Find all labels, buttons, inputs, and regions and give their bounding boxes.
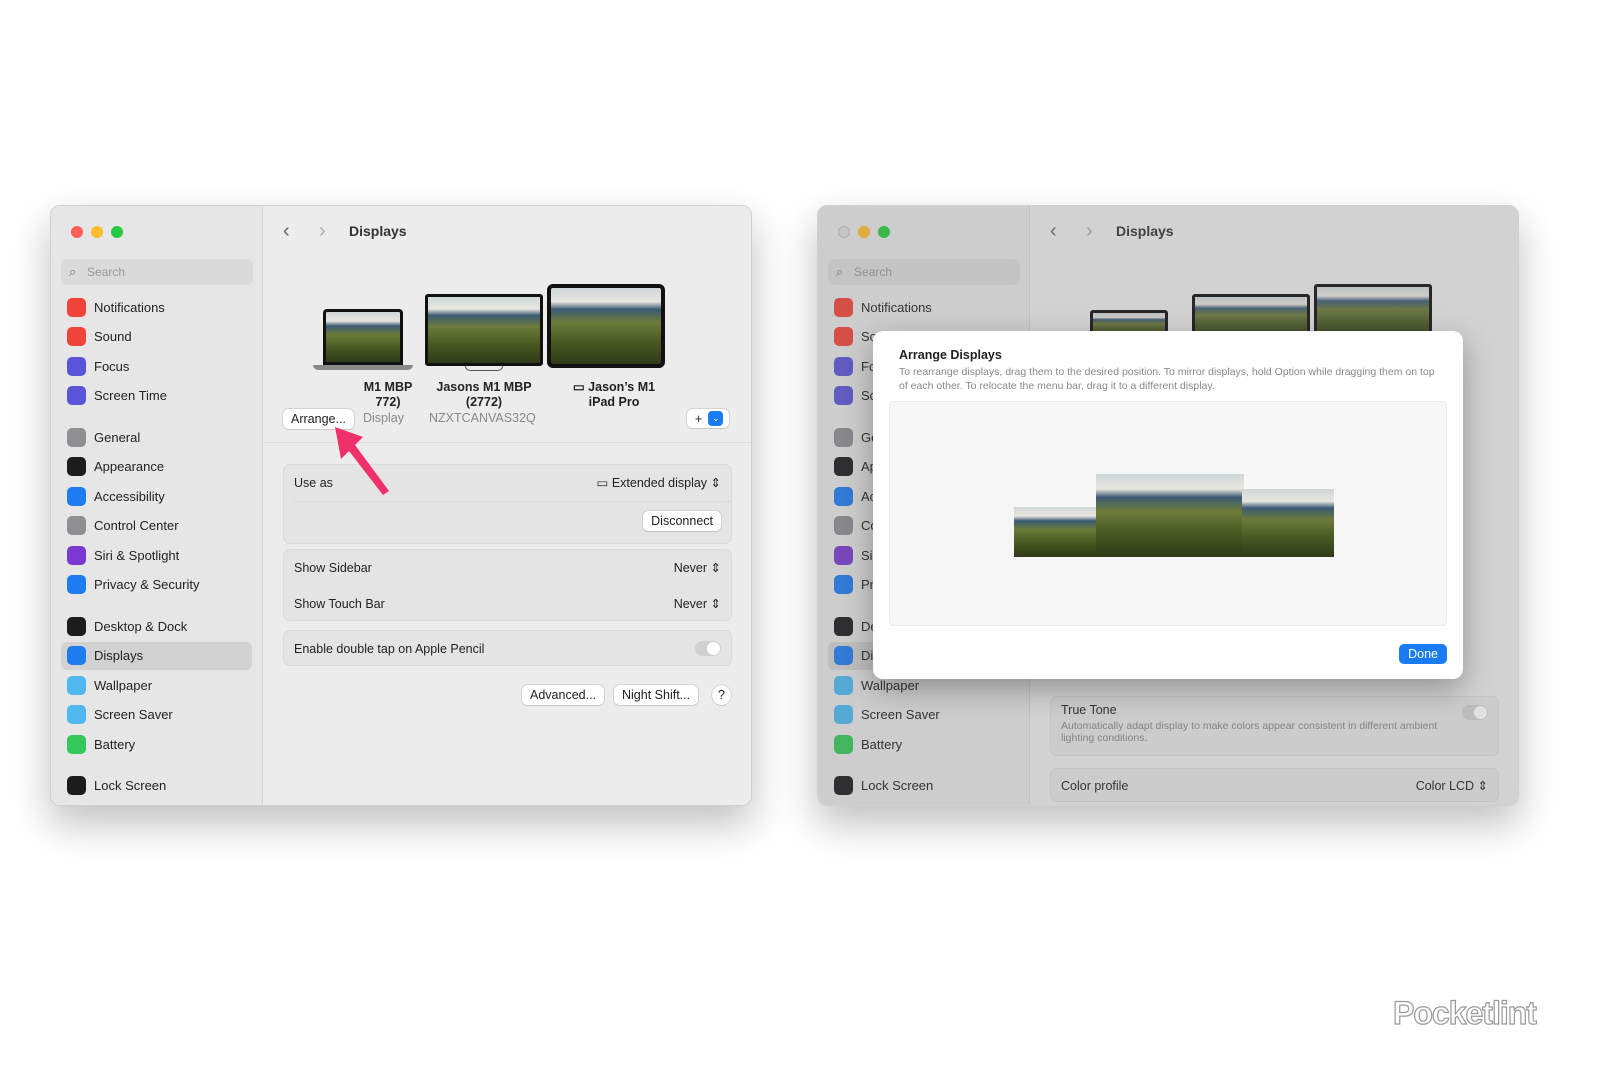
- night-shift-button[interactable]: Night Shift...: [614, 685, 699, 705]
- show-touchbar-select[interactable]: Never ⇕: [674, 596, 721, 611]
- sidebar-item-notifications[interactable]: Notifications: [61, 293, 252, 321]
- traffic-lights: [71, 226, 123, 238]
- arrange-display-ipad[interactable]: [1242, 489, 1334, 557]
- display-sub-mbp: Display: [363, 411, 404, 425]
- sidebar-item-label: Screen Saver: [94, 707, 173, 722]
- sidebar-item-label: Battery: [94, 736, 136, 752]
- sidebar-item-focus[interactable]: Focus: [61, 352, 252, 380]
- sidebar-item-label: Control Center: [94, 518, 179, 533]
- screensaver-icon: [67, 705, 86, 724]
- sidebar-item-displays[interactable]: Displays: [61, 641, 252, 670]
- sidebar-item-label: Siri & Spotlight: [94, 547, 180, 563]
- fingerprint-icon: [834, 806, 853, 807]
- display-name-mbp: M1 MBP 772): [363, 380, 413, 409]
- sidebar-item-label: General: [94, 429, 141, 445]
- pointer-arrow-annotation: [335, 427, 389, 495]
- settings-window-left: ⌕ Search Notifications Sound Focus Screen Ti…: [50, 205, 752, 806]
- sidebar-item-privacy-security[interactable]: Privacy & Security: [61, 571, 252, 599]
- minimize-button[interactable]: [91, 226, 103, 238]
- sidebar-item-wallpaper[interactable]: Wallpaper: [61, 671, 252, 699]
- battery-icon: [67, 734, 86, 754]
- display-name-ipad: ▭ Jason’s M1 iPad Pro: [572, 380, 656, 409]
- sidebar-item-label: Desktop & Dock: [94, 618, 188, 634]
- siri-icon: [67, 545, 86, 565]
- sidebar-item-appearance[interactable]: Appearance: [61, 453, 252, 481]
- sidebar-item-general[interactable]: General: [61, 423, 252, 451]
- appearance-icon: [67, 457, 86, 476]
- chevron-down-icon: ⌄: [708, 411, 724, 426]
- lock-icon: [67, 776, 86, 795]
- hourglass-icon: [67, 386, 86, 405]
- disconnect-button[interactable]: Disconnect: [643, 511, 721, 531]
- display-thumb-mbp[interactable]: [323, 309, 403, 365]
- display-thumb-nzxt[interactable]: [425, 294, 543, 366]
- monitor-stand: [465, 366, 503, 371]
- arrange-display-nzxt[interactable]: [1096, 474, 1244, 557]
- help-button[interactable]: ?: [712, 685, 731, 705]
- sidebar-item-label: Appearance: [94, 459, 165, 474]
- dock-icon: [67, 616, 86, 636]
- arrange-displays-dialog: Arrange Displays To rearrange displays, …: [873, 331, 1463, 679]
- display-icon: ▭: [596, 476, 612, 490]
- display-name-nzxt: Jasons M1 MBP (2772): [436, 380, 532, 409]
- hand-icon: [67, 575, 86, 594]
- moon-icon: [67, 356, 86, 376]
- pencil-toggle[interactable]: [695, 641, 721, 656]
- sidebar-item-desktop-dock[interactable]: Desktop & Dock: [61, 612, 252, 640]
- sidebar-item-label: Focus: [94, 358, 130, 374]
- speaker-icon: [67, 327, 86, 346]
- show-sidebar-select[interactable]: Never ⇕: [674, 560, 721, 575]
- dialog-title: Arrange Displays: [899, 348, 1002, 362]
- sidebar-item-battery[interactable]: Battery: [61, 730, 252, 758]
- fingerprint-icon: [67, 806, 86, 807]
- sidebar-item-accessibility[interactable]: Accessibility: [61, 482, 252, 510]
- sun-icon: [67, 646, 86, 665]
- sidebar-item-screen-time[interactable]: Screen Time: [61, 382, 252, 410]
- gear-icon: [67, 427, 86, 447]
- sidebar-item-siri-spotlight[interactable]: Siri & Spotlight: [61, 541, 252, 569]
- sidebar-item-label: Wallpaper: [94, 677, 153, 693]
- sidebar-item-label: Displays: [94, 648, 144, 663]
- bell-icon: [67, 297, 86, 317]
- sidebar-item-sound[interactable]: Sound: [61, 323, 252, 351]
- advanced-button[interactable]: Advanced...: [522, 685, 605, 705]
- search-input[interactable]: ⌕ Search: [61, 259, 253, 285]
- sidebar-item-touch-id-password[interactable]: Touch ID & Password: [61, 801, 252, 807]
- accessibility-icon: [67, 486, 86, 506]
- sidebar-item-screen-saver[interactable]: Screen Saver: [61, 701, 252, 729]
- main-pane: ‹ › Displays M1 MBP 772) Display Jasons M…: [263, 206, 751, 805]
- forward-button[interactable]: ›: [319, 220, 326, 243]
- sidebar-item-control-center[interactable]: Control Center: [61, 512, 252, 540]
- pencil-group: Enable double tap on Apple Pencil: [283, 630, 732, 666]
- airplay-icon: ▭: [572, 380, 589, 394]
- search-icon: ⌕: [69, 264, 77, 279]
- page-title: Displays: [349, 223, 407, 239]
- use-as-select[interactable]: ▭ Extended display ⇕: [597, 475, 721, 490]
- add-display-button[interactable]: + ⌄: [687, 409, 730, 428]
- arrange-display-mbp[interactable]: [1014, 507, 1098, 557]
- done-button[interactable]: Done: [1399, 644, 1447, 664]
- arrangement-canvas: [889, 401, 1447, 626]
- sidebar-item-label: Screen Time: [94, 388, 167, 403]
- laptop-base: [313, 365, 413, 370]
- sidebar-item-label: Lock Screen: [94, 778, 167, 793]
- zoom-button[interactable]: [111, 226, 123, 238]
- flower-icon: [67, 675, 86, 695]
- control-center-icon: [67, 516, 86, 535]
- close-button[interactable]: [71, 226, 83, 238]
- sidebar-item-label: Accessibility: [94, 488, 165, 504]
- display-sub-nzxt: NZXTCANVAS32Q: [429, 411, 536, 425]
- sidebar-touchbar-group: Show Sidebar Never ⇕ Show Touch Bar Never …: [283, 549, 732, 621]
- sidebar-item-label: Notifications: [94, 299, 165, 315]
- back-button[interactable]: ‹: [283, 220, 290, 243]
- sidebar-item-label: Sound: [94, 329, 132, 344]
- sidebar: ⌕Search Notifications Sound Focus Screen Ti…: [51, 206, 263, 805]
- display-thumb-ipad[interactable]: [547, 284, 665, 368]
- dialog-description: To rearrange displays, drag them to the …: [899, 366, 1435, 392]
- sidebar-item-label: Privacy & Security: [94, 577, 200, 592]
- sidebar-item-lock-screen[interactable]: Lock Screen: [61, 772, 252, 800]
- pocketlint-logo: Pocketlint: [1392, 994, 1537, 1031]
